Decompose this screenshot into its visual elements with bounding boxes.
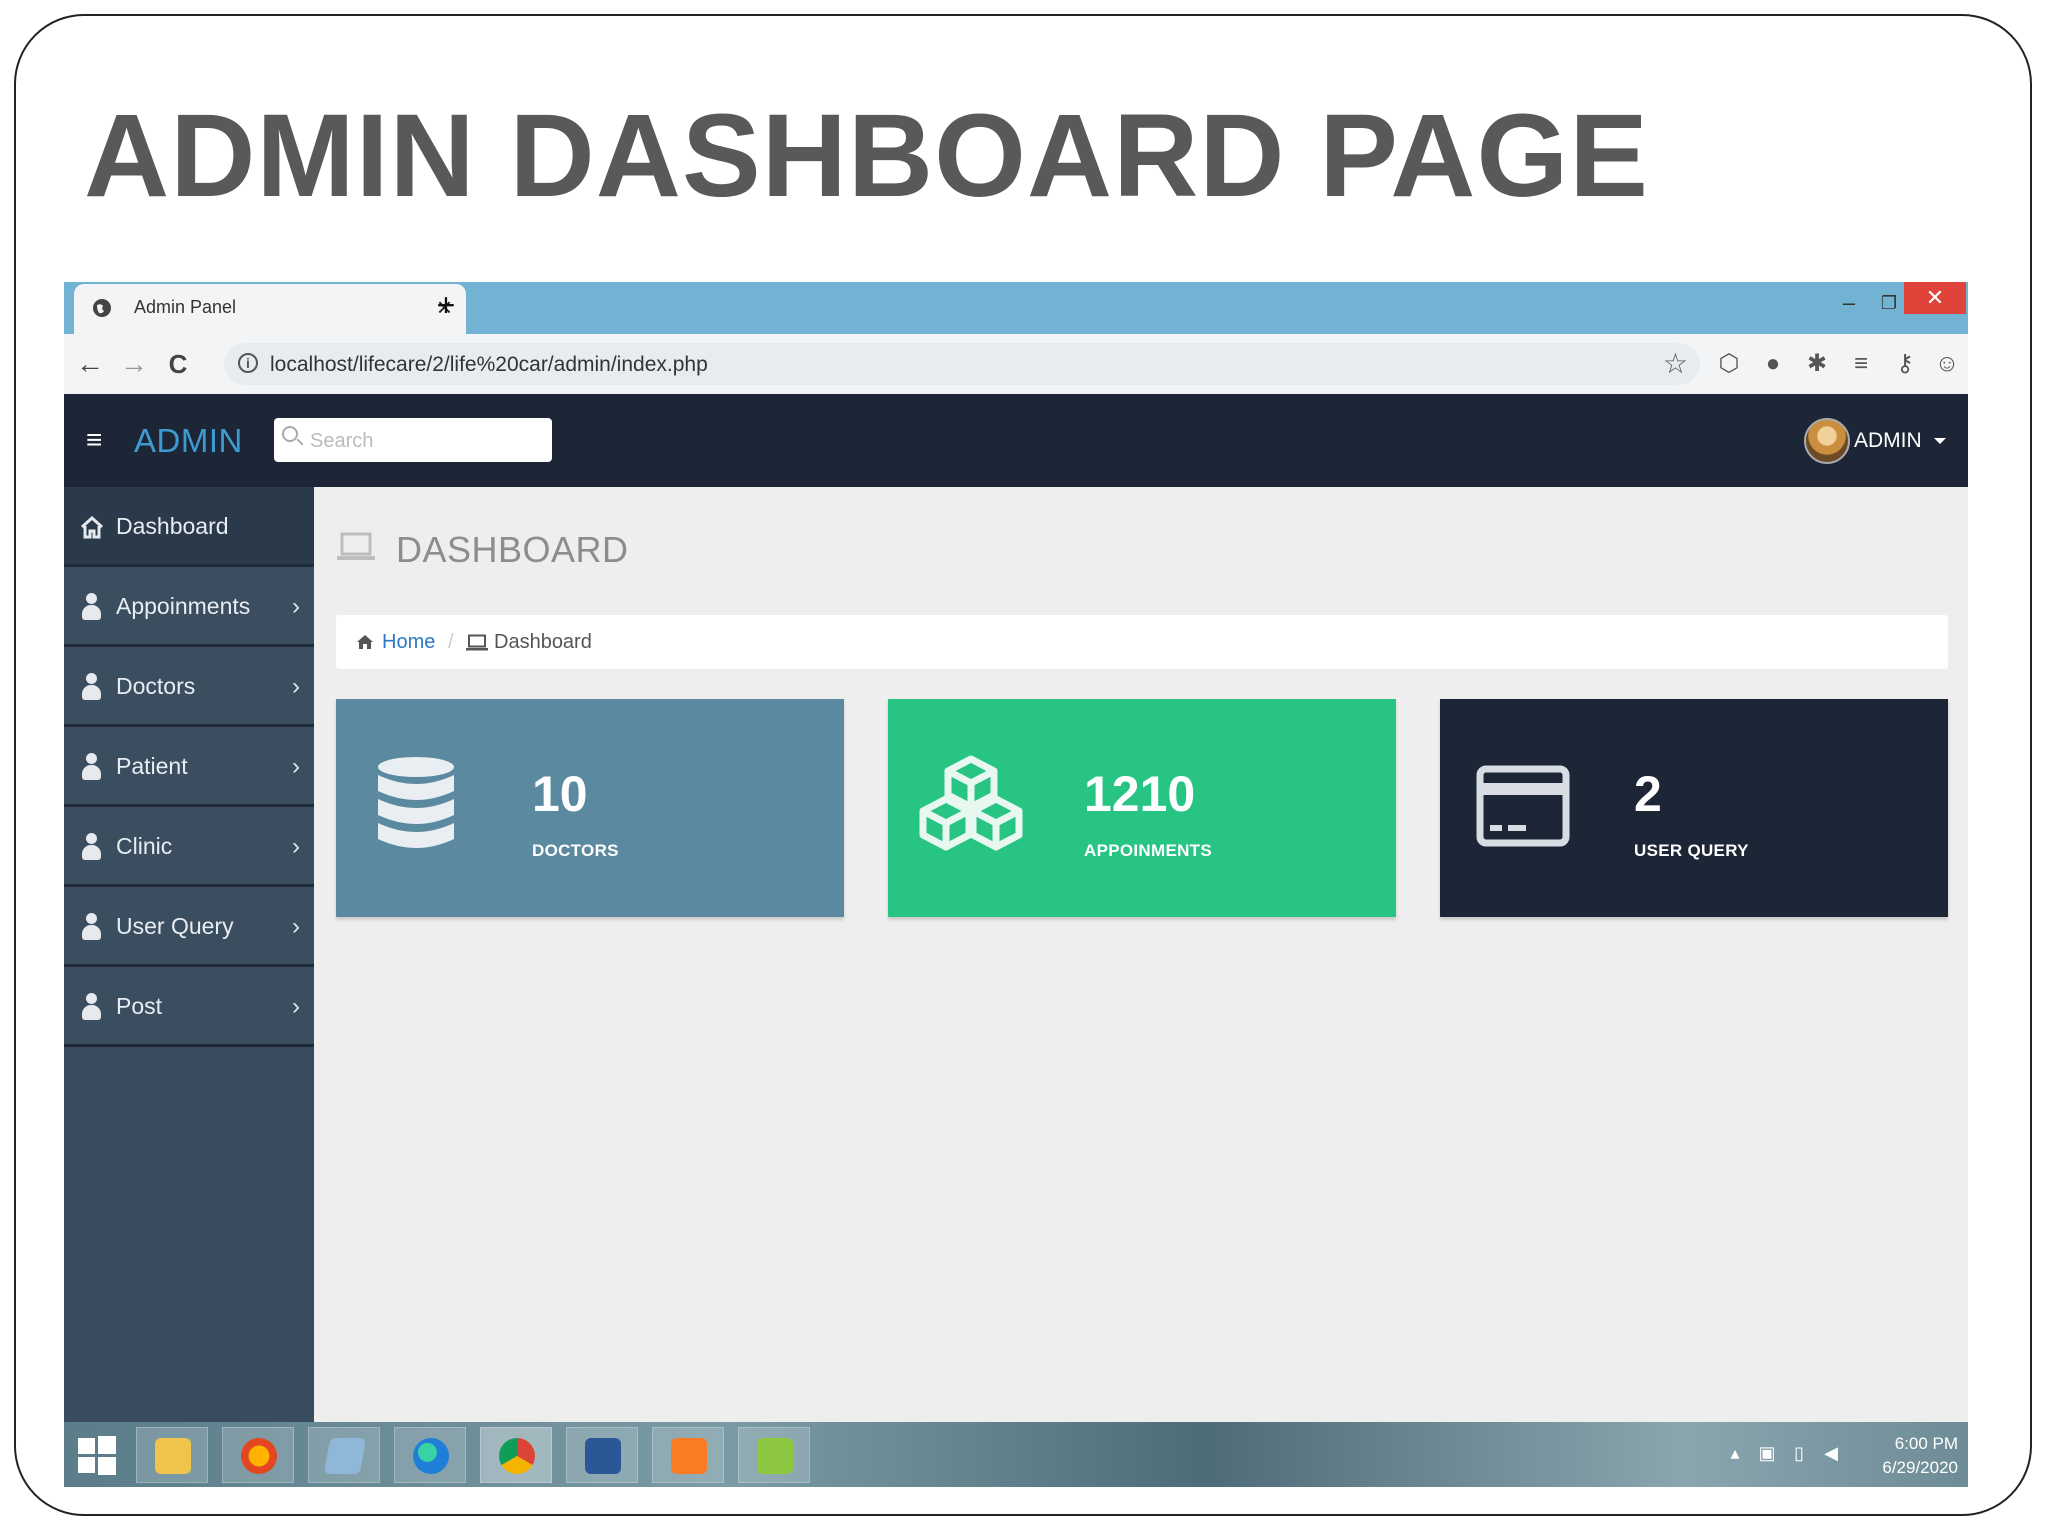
search-box xyxy=(274,418,552,462)
credit-card-icon xyxy=(1476,765,1570,847)
window-close-button[interactable]: ✕ xyxy=(1904,282,1966,314)
address-bar-row: ← → C i localhost/lifecare/2/life%20car/… xyxy=(64,334,1968,394)
home-icon xyxy=(80,515,104,539)
sidebar-item-label: User Query xyxy=(116,913,234,939)
window-minimize-button[interactable]: – xyxy=(1834,288,1864,318)
hamburger-menu-icon[interactable]: ≡ xyxy=(86,426,102,454)
sidebar-item-dashboard[interactable]: Dashboard xyxy=(64,487,314,567)
tab-strip: Admin Panel × + – ❐ ✕ xyxy=(64,282,1968,334)
extension-shield-icon[interactable]: ⬡ xyxy=(1714,349,1744,379)
slide-title: ADMIN DASHBOARD PAGE xyxy=(84,90,1649,222)
stat-card-user-query[interactable]: 2 USER QUERY xyxy=(1440,699,1948,917)
firefox-icon[interactable] xyxy=(222,1427,294,1483)
window-maximize-button[interactable]: ❐ xyxy=(1874,288,1904,318)
reading-list-icon[interactable]: ≡ xyxy=(1846,349,1876,379)
chevron-right-icon: › xyxy=(292,593,300,620)
word-icon[interactable] xyxy=(566,1427,638,1483)
laptop-icon xyxy=(466,634,488,651)
breadcrumb-current: Dashboard xyxy=(494,631,592,653)
xampp-icon[interactable] xyxy=(652,1427,724,1483)
clock-date[interactable]: 6/29/2020 xyxy=(1864,1458,1958,1478)
info-icon[interactable]: i xyxy=(238,353,258,373)
page-title: DASHBOARD xyxy=(396,529,629,570)
sidebar-item-post[interactable]: Post › xyxy=(64,967,314,1047)
extensions-puzzle-icon[interactable]: ✱ xyxy=(1802,349,1832,379)
stat-card-doctors[interactable]: 10 DOCTORS xyxy=(336,699,844,917)
tab-title: Admin Panel xyxy=(134,297,237,317)
chevron-right-icon: › xyxy=(292,993,300,1020)
sidebar-item-label: Appoinments xyxy=(116,593,251,619)
chevron-right-icon: › xyxy=(292,913,300,940)
user-icon xyxy=(80,673,104,701)
back-button[interactable]: ← xyxy=(72,346,108,382)
sidebar-item-appoinments[interactable]: Appoinments › xyxy=(64,567,314,647)
database-icon xyxy=(378,757,454,848)
search-input[interactable] xyxy=(308,422,548,460)
avatar xyxy=(1804,418,1850,464)
edge-icon[interactable] xyxy=(394,1427,466,1483)
stat-card-appoinments[interactable]: 1210 APPOINMENTS xyxy=(888,699,1396,917)
sidebar-item-label: Post xyxy=(116,993,163,1019)
home-icon xyxy=(357,635,373,649)
user-icon xyxy=(80,593,104,621)
stat-value: 10 xyxy=(532,766,588,822)
user-name: ADMIN xyxy=(1854,429,1922,452)
breadcrumb-home-link[interactable]: Home xyxy=(382,631,435,654)
network-icon[interactable]: ▣ xyxy=(1756,1442,1778,1464)
laptop-icon xyxy=(337,532,375,560)
user-icon xyxy=(80,753,104,781)
sidebar-item-label: Patient xyxy=(116,753,188,779)
sidebar-item-doctors[interactable]: Doctors › xyxy=(64,647,314,727)
sidebar-item-clinic[interactable]: Clinic › xyxy=(64,807,314,887)
chrome-icon[interactable] xyxy=(480,1427,552,1483)
bookmark-star-icon[interactable]: ☆ xyxy=(1663,347,1688,380)
main-content: DASHBOARD Home / Dashboard 10 DOCTORS 12… xyxy=(314,487,1968,1422)
stat-label: APPOINMENTS xyxy=(1084,841,1212,860)
chevron-right-icon: › xyxy=(292,833,300,860)
sidebar-item-user-query[interactable]: User Query › xyxy=(64,887,314,967)
sidebar-item-patient[interactable]: Patient › xyxy=(64,727,314,807)
cubes-icon xyxy=(919,755,1023,851)
user-icon xyxy=(80,833,104,861)
key-icon[interactable]: ⚷ xyxy=(1890,349,1920,379)
new-tab-button[interactable]: + xyxy=(426,288,466,322)
sidebar-item-label: Doctors xyxy=(116,673,196,699)
search-icon xyxy=(282,426,298,442)
file-explorer-icon[interactable] xyxy=(136,1427,208,1483)
sidebar-item-label: Dashboard xyxy=(116,513,229,539)
notepad-icon[interactable] xyxy=(308,1427,380,1483)
windows-start-icon[interactable] xyxy=(76,1434,118,1476)
stat-label: USER QUERY xyxy=(1634,841,1749,860)
user-icon xyxy=(80,913,104,941)
volume-icon[interactable]: ◀ xyxy=(1820,1442,1842,1464)
globe-icon xyxy=(93,299,111,317)
browser-screenshot: Admin Panel × + – ❐ ✕ ← → C i localhost/… xyxy=(64,282,1968,1487)
extension-circle-icon[interactable]: ● xyxy=(1758,349,1788,379)
notepad-plus-plus-icon[interactable] xyxy=(738,1427,810,1483)
taskbar: ▴ ▣ ▯ ◀ 6:00 PM 6/29/2020 xyxy=(64,1422,1968,1487)
chevron-right-icon: › xyxy=(292,753,300,780)
address-bar[interactable]: i localhost/lifecare/2/life%20car/admin/… xyxy=(224,343,1700,385)
clock-time[interactable]: 6:00 PM xyxy=(1878,1434,1958,1454)
battery-icon[interactable]: ▯ xyxy=(1788,1442,1810,1464)
admin-header: ≡ ADMIN ADMIN xyxy=(64,394,1968,487)
user-icon xyxy=(80,993,104,1021)
browser-menu-icon[interactable] xyxy=(1964,349,1968,379)
url-text[interactable]: localhost/lifecare/2/life%20car/admin/in… xyxy=(270,353,708,377)
sidebar-item-label: Clinic xyxy=(116,833,173,859)
reload-button[interactable]: C xyxy=(160,346,196,382)
browser-tab[interactable]: Admin Panel × xyxy=(74,284,466,334)
breadcrumb-separator: / xyxy=(448,631,454,653)
brand-logo[interactable]: ADMIN xyxy=(134,422,243,460)
stat-label: DOCTORS xyxy=(532,841,619,860)
caret-down-icon xyxy=(1934,438,1946,444)
show-hidden-icons-icon[interactable]: ▴ xyxy=(1724,1442,1746,1464)
stat-value: 2 xyxy=(1634,766,1662,822)
breadcrumb: Home / Dashboard xyxy=(336,615,1948,669)
stat-value: 1210 xyxy=(1084,766,1196,822)
forward-button[interactable]: → xyxy=(116,346,152,382)
chevron-right-icon: › xyxy=(292,673,300,700)
profile-avatar-icon[interactable]: ☺ xyxy=(1932,349,1962,379)
sidebar: Dashboard Appoinments › Doctors › Patien… xyxy=(64,487,314,1422)
